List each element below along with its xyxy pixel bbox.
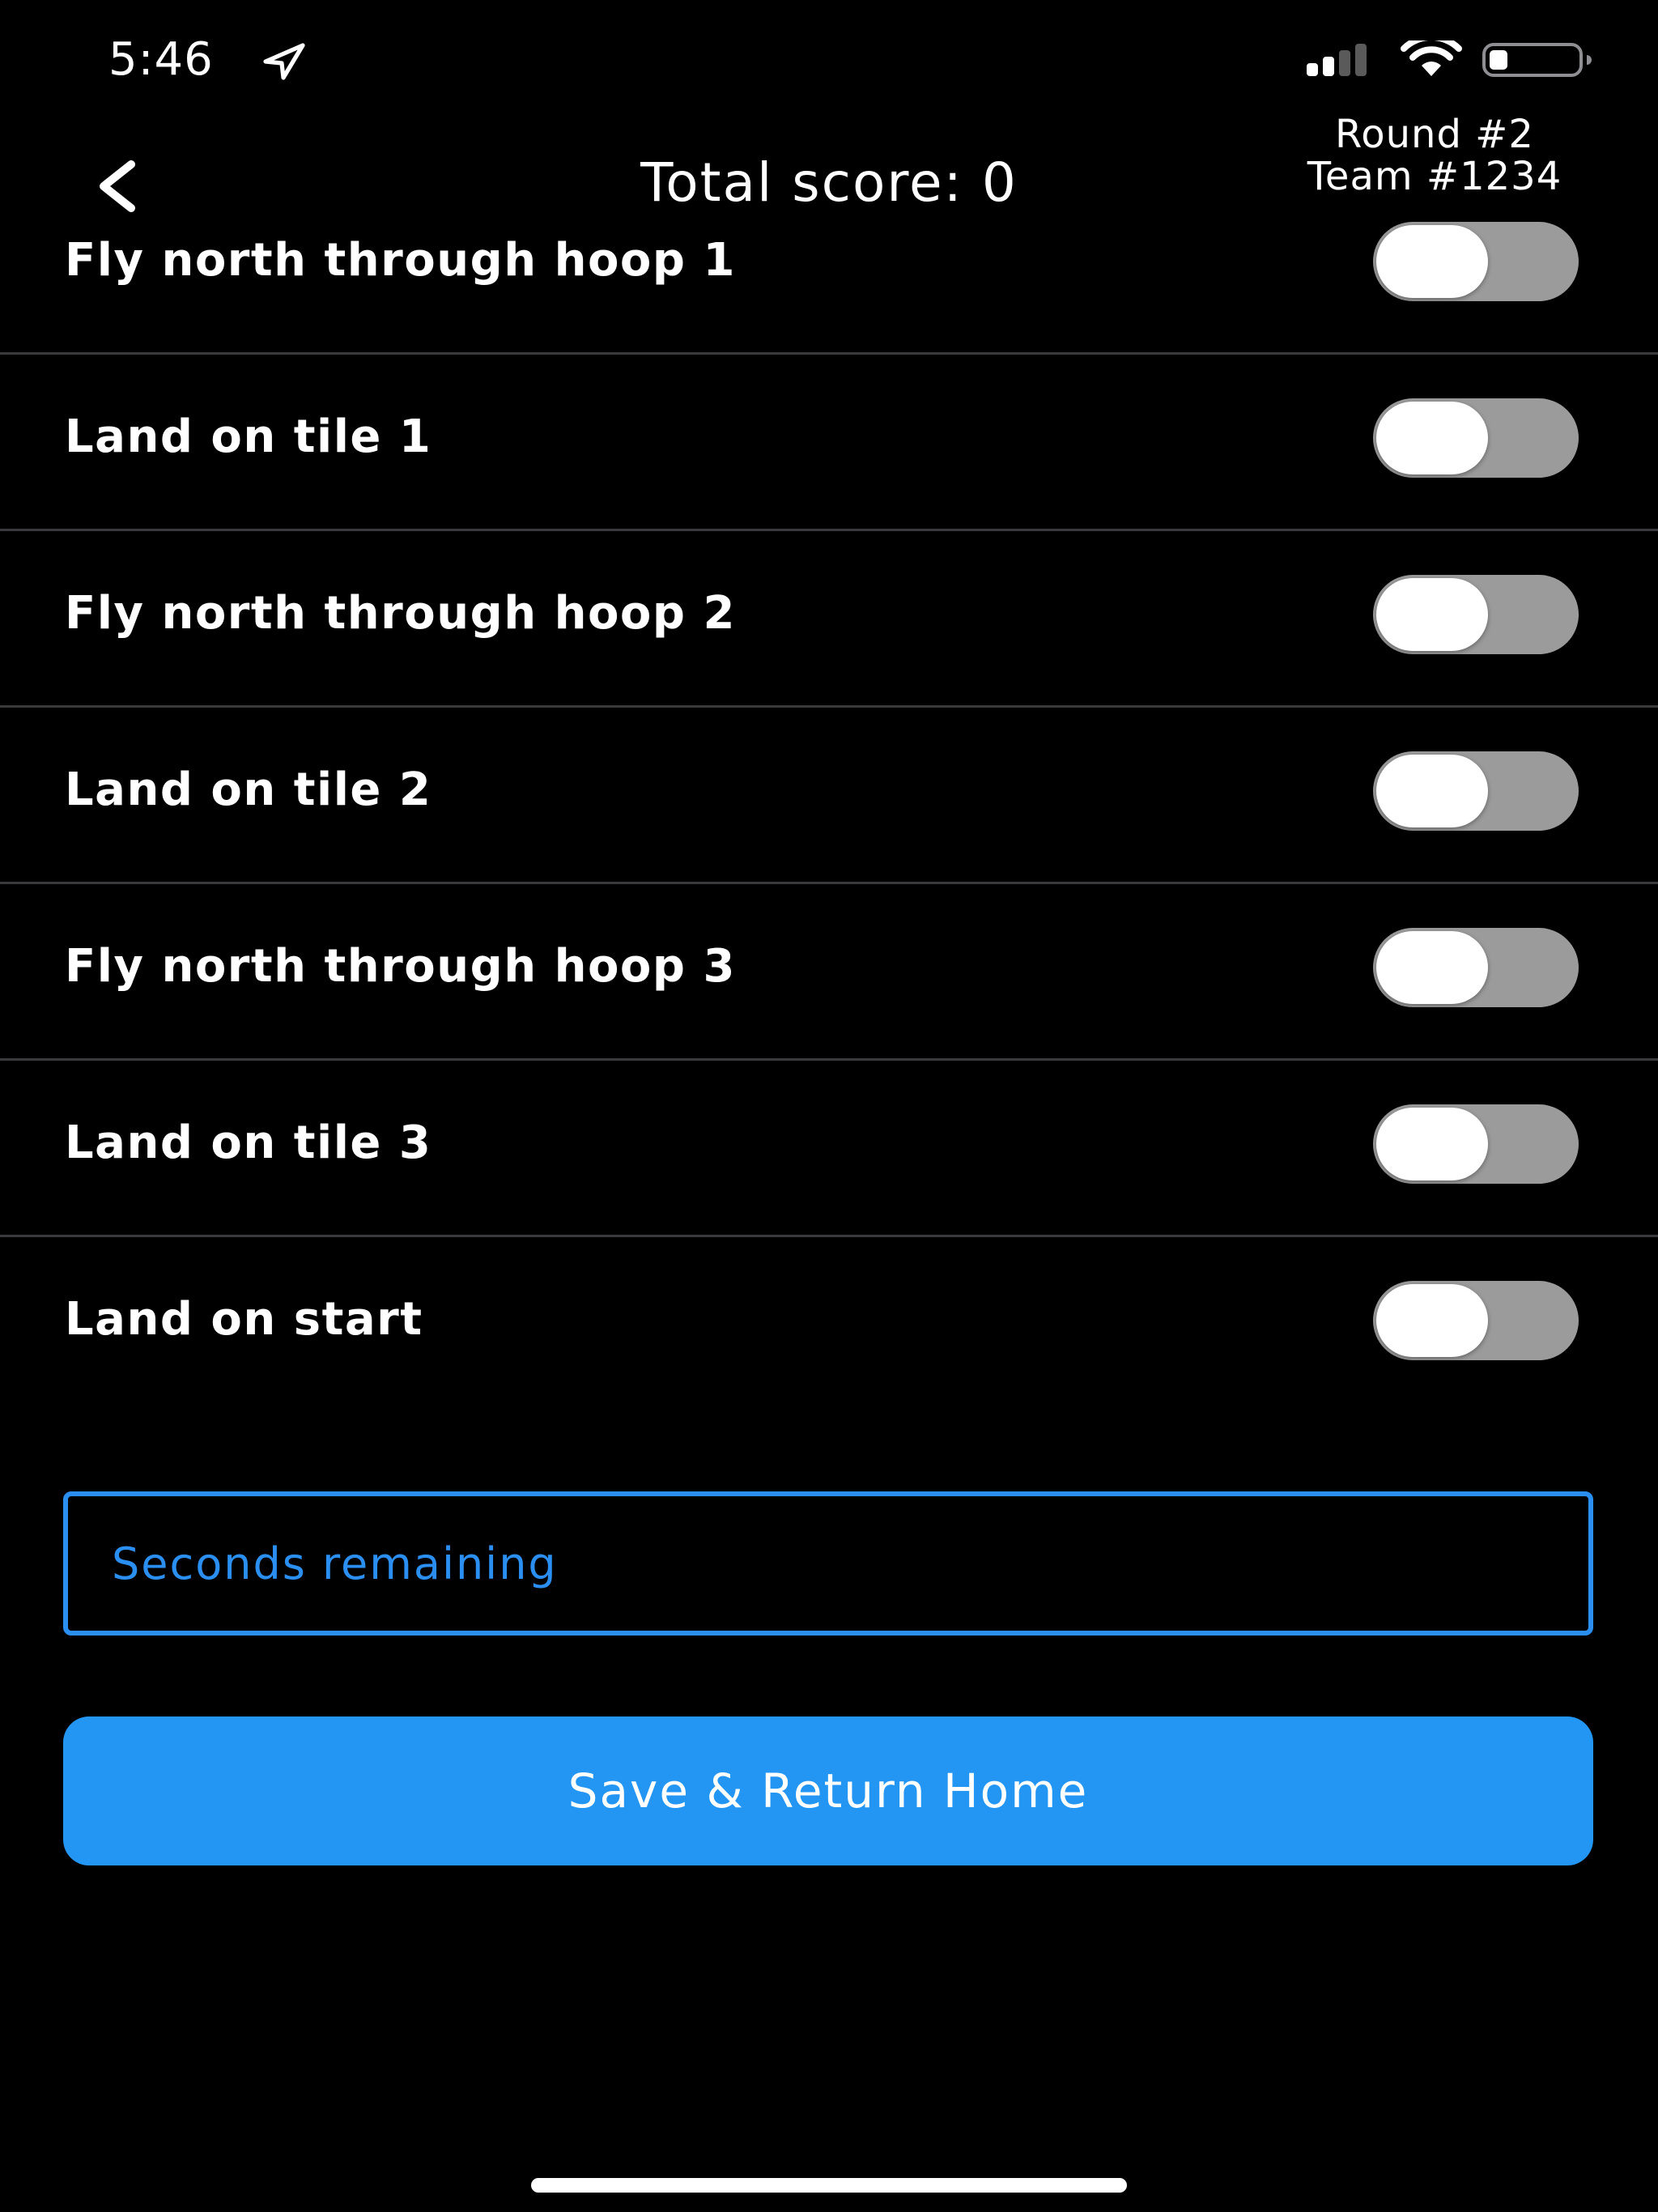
task-row: Fly north through hoop 2 <box>0 531 1658 708</box>
task-label: Fly north through hoop 3 <box>65 940 736 993</box>
task-row: Fly north through hoop 3 <box>0 884 1658 1061</box>
task-label: Land on start <box>65 1293 423 1346</box>
toggle-knob <box>1376 225 1488 298</box>
battery-icon <box>1482 43 1592 77</box>
task-toggle[interactable] <box>1373 222 1579 301</box>
task-toggle[interactable] <box>1373 398 1579 478</box>
status-time: 5:46 <box>108 33 214 86</box>
cellular-signal-icon <box>1307 44 1367 76</box>
toggle-knob <box>1376 931 1488 1004</box>
location-arrow-icon <box>263 43 305 80</box>
save-button-label: Save & Return Home <box>568 1763 1089 1819</box>
task-toggle[interactable] <box>1373 751 1579 831</box>
task-row: Fly north through hoop 1 <box>0 178 1658 355</box>
task-label: Fly north through hoop 1 <box>65 234 736 287</box>
task-toggle[interactable] <box>1373 575 1579 654</box>
seconds-remaining-input[interactable] <box>63 1491 1593 1636</box>
task-toggle[interactable] <box>1373 928 1579 1007</box>
task-toggle[interactable] <box>1373 1104 1579 1184</box>
task-toggle[interactable] <box>1373 1281 1579 1360</box>
toggle-knob <box>1376 1284 1488 1357</box>
status-bar: 5:46 <box>0 0 1658 121</box>
task-label: Land on tile 3 <box>65 1117 432 1169</box>
toggle-knob <box>1376 1108 1488 1180</box>
wifi-icon <box>1401 40 1462 76</box>
task-label: Land on tile 2 <box>65 764 432 816</box>
home-indicator[interactable] <box>531 2178 1127 2193</box>
toggle-knob <box>1376 402 1488 474</box>
toggle-knob <box>1376 578 1488 651</box>
task-row: Land on tile 1 <box>0 355 1658 531</box>
task-row: Land on tile 3 <box>0 1061 1658 1237</box>
toggle-knob <box>1376 755 1488 827</box>
task-row: Land on start <box>0 1237 1658 1414</box>
save-return-home-button[interactable]: Save & Return Home <box>63 1716 1593 1865</box>
task-label: Land on tile 1 <box>65 410 432 463</box>
task-list: Fly north through hoop 1 Land on tile 1 … <box>0 222 1658 1414</box>
task-label: Fly north through hoop 2 <box>65 587 736 640</box>
task-row: Land on tile 2 <box>0 708 1658 884</box>
round-number: Round #2 <box>1335 112 1534 157</box>
